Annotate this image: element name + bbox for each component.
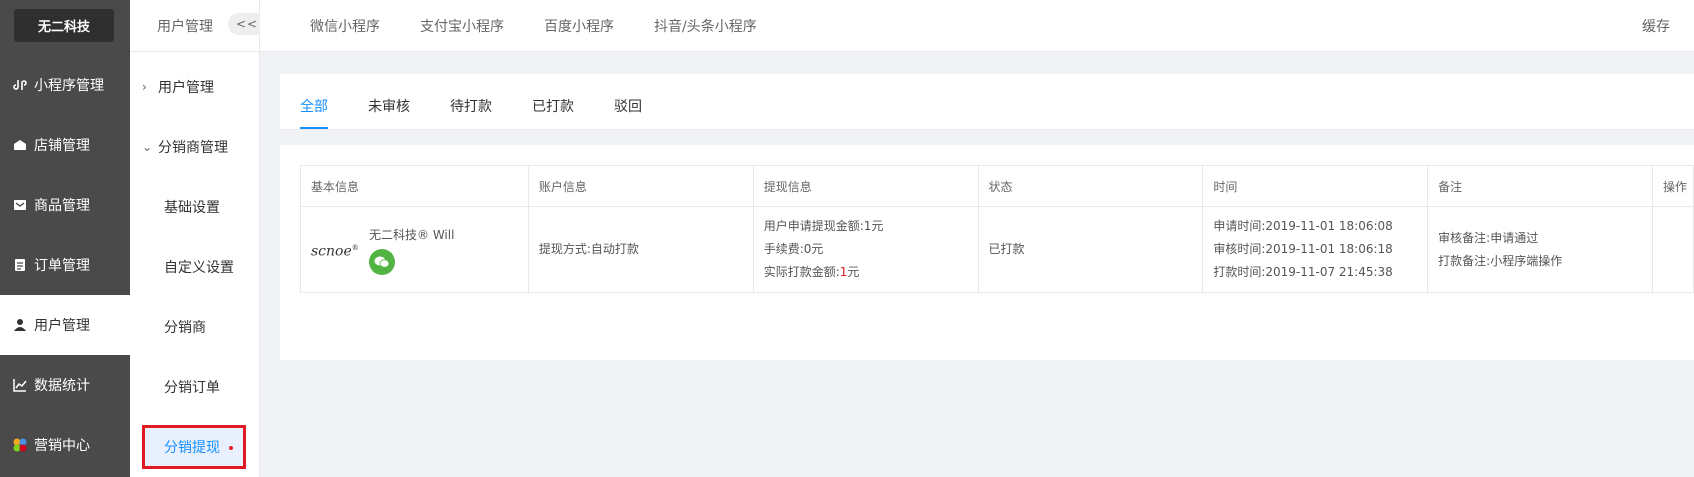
sidebar-item-mini-program[interactable]: 小程序管理: [0, 55, 130, 115]
column-header: 基本信息: [300, 165, 529, 207]
user-avatar-logo: scnoe®: [311, 243, 359, 260]
operation-cell: [1651, 206, 1694, 293]
column-header: 操作: [1651, 165, 1694, 207]
subnav-item-distributors[interactable]: 分销商: [164, 317, 206, 337]
platform-topbar: 微信小程序 支付宝小程序 百度小程序 抖音/头条小程序: [260, 0, 1694, 52]
withdrawal-table: 基本信息 账户信息 提现信息 状态 时间 备注 操作 scnoe® 无二科技® …: [300, 165, 1694, 293]
tab-alipay-mini[interactable]: 支付宝小程序: [420, 16, 504, 36]
tab-wechat-mini[interactable]: 微信小程序: [310, 16, 380, 36]
order-icon: [12, 257, 28, 273]
sidebar-item-goods[interactable]: 商品管理: [0, 175, 130, 235]
chevron-down-icon: ⌄: [142, 140, 153, 154]
subnav-item-distribution-orders[interactable]: 分销订单: [164, 377, 220, 397]
subnav-group-label: 分销商管理: [158, 140, 228, 156]
sidebar-item-label: 营销中心: [34, 438, 90, 454]
apply-time: 申请时间:2019-11-01 18:06:08: [1213, 219, 1393, 233]
subnav-item-basic-settings[interactable]: 基础设置: [164, 197, 220, 217]
table-row: scnoe® 无二科技® Will 提现方式:自动打款 用户申请提现金额:1元 …: [300, 206, 1694, 293]
column-header: 状态: [977, 165, 1204, 207]
subnav-item-custom-settings[interactable]: 自定义设置: [164, 257, 234, 277]
user-name: 无二科技® Will: [369, 227, 455, 242]
withdrawal-info-cell: 用户申请提现金额:1元 手续费:0元 实际打款金额:1元: [752, 206, 979, 293]
review-note: 审核备注:申请通过: [1438, 230, 1539, 245]
sidebar-item-label: 订单管理: [34, 258, 90, 274]
column-header: 提现信息: [752, 165, 979, 207]
goods-icon: [12, 197, 28, 213]
sidebar-item-user[interactable]: 用户管理: [0, 295, 130, 355]
brand-logo[interactable]: 无二科技: [14, 9, 114, 42]
subnav-group-label: 用户管理: [158, 80, 214, 96]
subnav-item-withdrawal[interactable]: 分销提现: [164, 437, 220, 457]
status-cell: 已打款: [977, 206, 1204, 293]
sidebar-item-marketing[interactable]: 营销中心: [0, 415, 130, 475]
tab-baidu-mini[interactable]: 百度小程序: [544, 16, 614, 36]
tab-rejected[interactable]: 驳回: [614, 96, 642, 116]
sidebar-item-store[interactable]: 店铺管理: [0, 115, 130, 175]
sub-sidebar-title: 用户管理: [157, 19, 213, 35]
withdrawal-table-card: 基本信息 账户信息 提现信息 状态 时间 备注 操作 scnoe® 无二科技® …: [280, 145, 1694, 360]
tab-all[interactable]: 全部: [300, 96, 328, 116]
user-icon: [12, 317, 28, 333]
tab-paid[interactable]: 已打款: [532, 96, 574, 116]
column-header: 时间: [1202, 165, 1429, 207]
sidebar-item-label: 商品管理: [34, 198, 90, 214]
chevron-right-icon: ›: [142, 80, 147, 94]
marketing-icon: [12, 437, 28, 453]
tab-pending-payment[interactable]: 待打款: [450, 96, 492, 116]
time-cell: 申请时间:2019-11-01 18:06:08 审核时间:2019-11-01…: [1202, 206, 1429, 293]
sidebar-item-label: 数据统计: [34, 378, 90, 394]
column-header: 账户信息: [527, 165, 754, 207]
review-time: 审核时间:2019-11-01 18:06:18: [1213, 242, 1393, 256]
remark-cell: 审核备注:申请通过 打款备注:小程序端操作: [1427, 206, 1653, 293]
fee: 手续费:0元: [763, 242, 824, 256]
apply-amount: 用户申请提现金额:1元: [763, 219, 884, 233]
chart-icon: [12, 377, 28, 393]
pay-time: 打款时间:2019-11-07 21:45:38: [1213, 265, 1393, 279]
cache-button[interactable]: 缓存: [1642, 16, 1670, 36]
account-info-cell: 提现方式:自动打款: [527, 206, 754, 293]
mini-program-icon: [12, 77, 28, 93]
collapse-button[interactable]: <<: [228, 13, 264, 35]
wechat-icon: [369, 248, 395, 275]
sidebar-item-label: 小程序管理: [34, 78, 104, 94]
pay-note: 打款备注:小程序端操作: [1438, 253, 1563, 268]
store-icon: [12, 137, 28, 153]
status-tabs: 全部 未审核 待打款 已打款 驳回: [280, 74, 1694, 130]
subnav-group-distributor[interactable]: ⌄ 分销商管理: [142, 137, 228, 157]
sub-sidebar-header: 用户管理 <<: [130, 0, 264, 52]
main-sidebar: 无二科技 小程序管理 店铺管理 商品管理 订单管理 用户管理 数据统计 营销中心: [0, 0, 130, 477]
sidebar-item-statistics[interactable]: 数据统计: [0, 355, 130, 415]
table-header-row: 基本信息 账户信息 提现信息 状态 时间 备注 操作: [300, 165, 1694, 207]
subnav-group-user[interactable]: › 用户管理: [142, 77, 214, 97]
sidebar-item-label: 用户管理: [34, 318, 90, 334]
notification-dot: [229, 446, 233, 450]
basic-info-cell: scnoe® 无二科技® Will: [300, 206, 529, 293]
sidebar-item-order[interactable]: 订单管理: [0, 235, 130, 295]
sidebar-item-label: 店铺管理: [34, 138, 90, 154]
column-header: 备注: [1427, 165, 1653, 207]
actual-amount: 实际打款金额:1元: [763, 265, 860, 279]
active-tab-underline: [300, 127, 328, 129]
tab-douyin-mini[interactable]: 抖音/头条小程序: [654, 16, 757, 36]
tab-unreviewed[interactable]: 未审核: [368, 96, 410, 116]
sub-sidebar: 用户管理 << › 用户管理 ⌄ 分销商管理 基础设置 自定义设置 分销商 分销…: [130, 0, 264, 477]
